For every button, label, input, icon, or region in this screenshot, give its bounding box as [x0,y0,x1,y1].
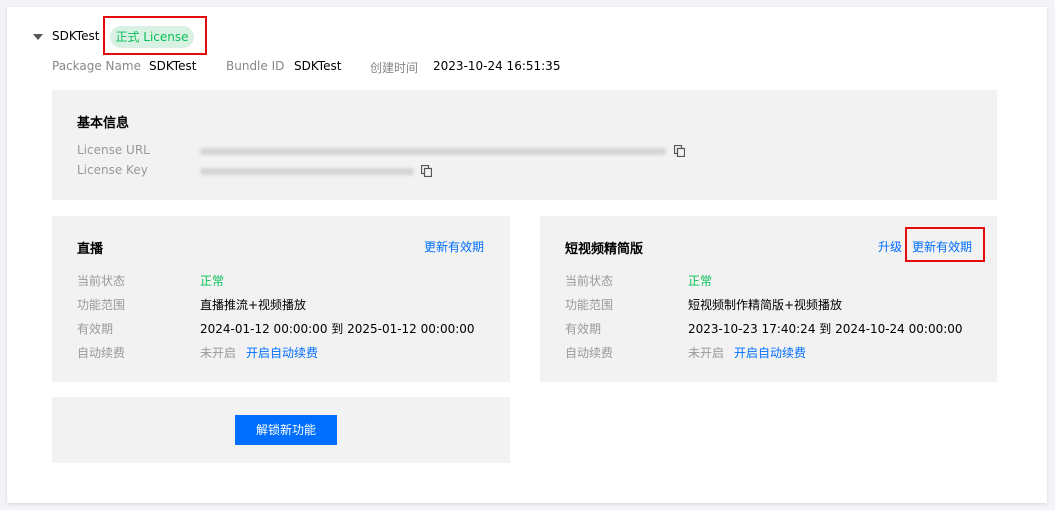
short-video-enable-auto-renew-link[interactable]: 开启自动续费 [734,344,806,361]
short-video-status-label: 当前状态 [565,274,614,288]
short-video-upgrade-link[interactable]: 升级 [878,238,902,255]
short-video-auto-renew-label: 自动续费 [565,346,614,360]
live-panel: 直播 更新有效期 当前状态 正常 功能范围 直播推流+视频播放 有效期 2024… [52,216,510,382]
license-key-value-redacted [200,168,414,175]
live-scope-value: 直播推流+视频播放 [200,298,307,312]
live-status-label: 当前状态 [77,274,126,288]
created-time-value: 2023-10-24 16:51:35 [433,59,561,73]
license-url-value-redacted [200,148,666,155]
live-auto-renew-label: 自动续费 [77,346,126,360]
short-video-validity-label: 有效期 [565,322,602,336]
unlock-panel: 解锁新功能 [52,397,510,463]
license-card: SDKTest 正式 License Package Name SDKTest … [7,7,1047,503]
live-renew-link[interactable]: 更新有效期 [424,238,484,255]
short-video-auto-renew-value: 未开启 [688,346,725,360]
short-video-scope-value: 短视频制作精简版+视频播放 [688,298,843,312]
bundle-id-value: SDKTest [294,59,342,73]
highlight-box-license-tag [103,16,207,55]
created-time-label: 创建时间 [370,61,419,75]
live-status-value: 正常 [200,274,225,288]
copy-url-icon[interactable] [674,145,685,157]
short-video-validity-value: 2023-10-23 17:40:24 到 2024-10-24 00:00:0… [688,322,963,336]
collapse-caret-icon[interactable] [33,34,43,40]
package-name-value: SDKTest [149,59,197,73]
short-video-title: 短视频精简版 [565,242,644,257]
copy-key-icon[interactable] [421,165,432,177]
live-auto-renew-value: 未开启 [200,346,237,360]
unlock-features-button[interactable]: 解锁新功能 [235,415,337,445]
bundle-id-label: Bundle ID [226,59,285,73]
live-title: 直播 [77,242,104,257]
live-scope-label: 功能范围 [77,298,126,312]
short-video-scope-label: 功能范围 [565,298,614,312]
live-validity-label: 有效期 [77,322,114,336]
license-url-label: License URL [77,143,150,157]
highlight-box-renew [905,227,985,262]
basic-info-title: 基本信息 [77,116,130,131]
license-key-label: License Key [77,163,148,177]
live-validity-value: 2024-01-12 00:00:00 到 2025-01-12 00:00:0… [200,322,475,336]
short-video-status-value: 正常 [688,274,713,288]
app-name: SDKTest [52,29,100,43]
package-name-label: Package Name [52,59,141,73]
basic-info-panel: 基本信息 License URL License Key [52,90,997,200]
live-enable-auto-renew-link[interactable]: 开启自动续费 [246,344,318,361]
